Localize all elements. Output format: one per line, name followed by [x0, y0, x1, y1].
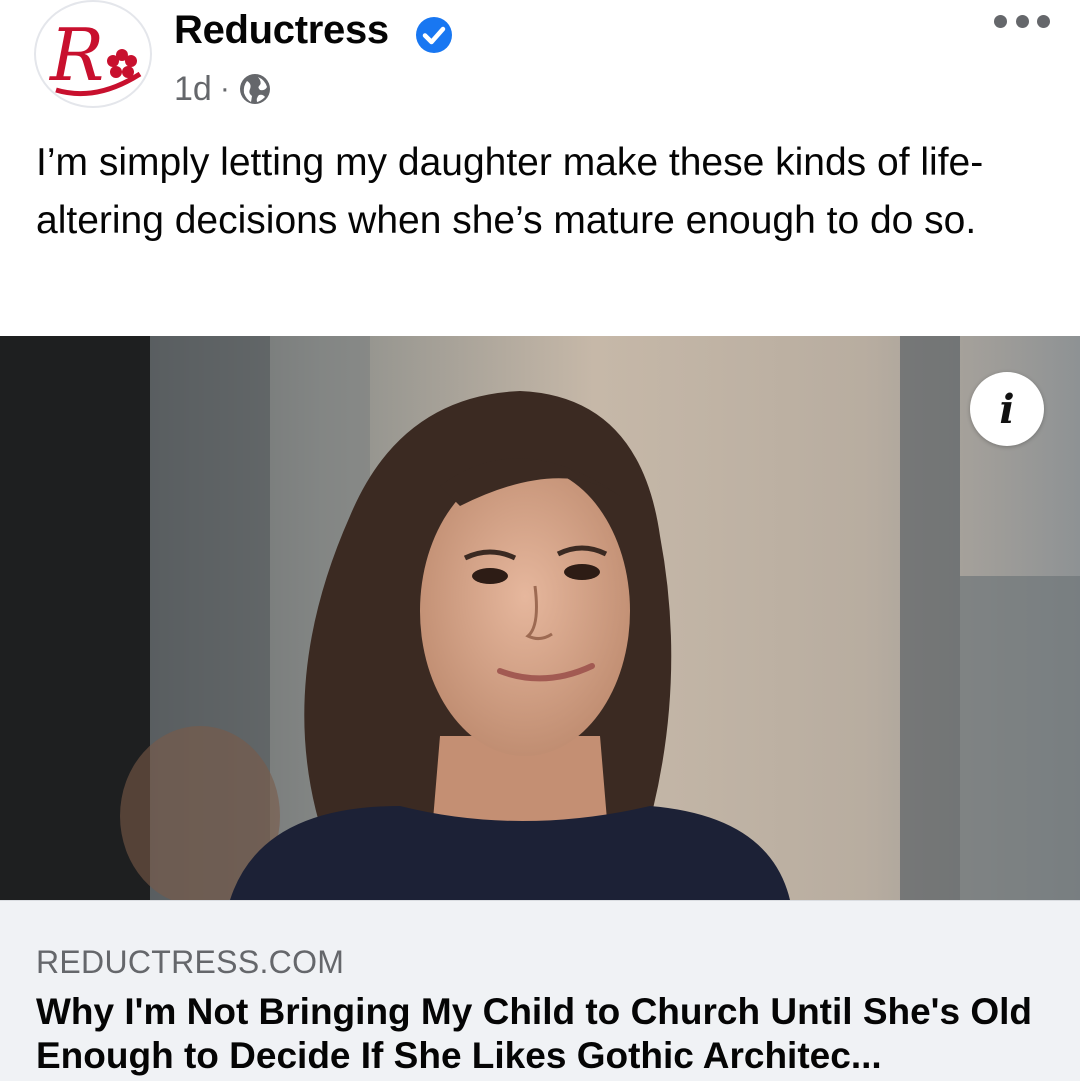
post-meta: 1d · — [174, 66, 272, 112]
link-title[interactable]: Why I'm Not Bringing My Child to Church … — [36, 990, 1066, 1078]
link-preview-image[interactable] — [0, 336, 1080, 900]
svg-text:R: R — [48, 13, 104, 97]
page-avatar[interactable]: R — [34, 0, 152, 108]
verified-badge-icon — [416, 17, 452, 53]
more-dot — [1015, 14, 1029, 28]
article-photo — [0, 336, 1080, 900]
post-caption: I’m simply letting my daughter make thes… — [36, 141, 984, 242]
link-domain: REDUCTRESS.COM — [36, 944, 345, 980]
meta-separator: · — [219, 72, 230, 105]
facebook-post: R Reductress 1d · I’m simply letting my … — [0, 0, 1080, 1081]
globe-icon — [239, 74, 270, 104]
more-dot — [1037, 14, 1050, 28]
more-options-button[interactable] — [994, 6, 1050, 36]
post-timestamp[interactable]: 1d — [174, 70, 212, 109]
more-dot — [994, 14, 1007, 28]
info-button[interactable]: i — [970, 372, 1044, 446]
reductress-logo: R — [48, 13, 142, 97]
info-icon: i — [999, 385, 1015, 433]
page-name[interactable]: Reductress — [174, 8, 389, 53]
